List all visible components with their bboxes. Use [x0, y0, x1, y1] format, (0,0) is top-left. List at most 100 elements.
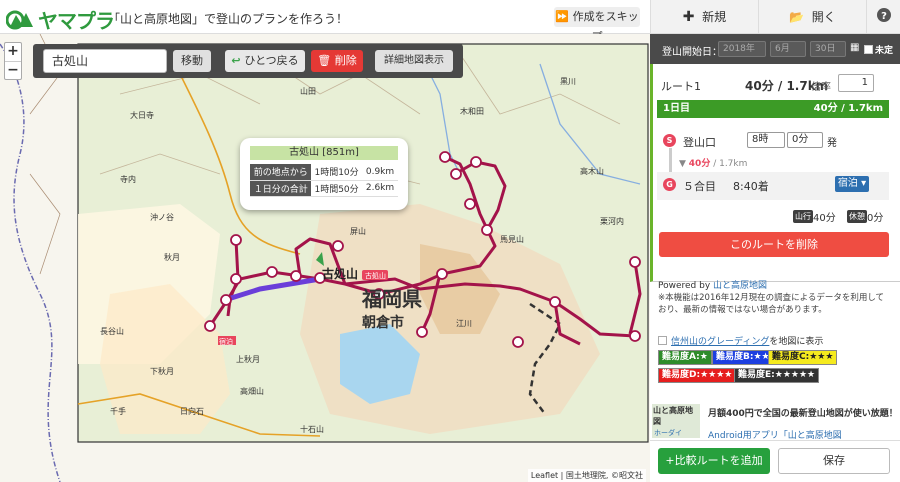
svg-text:栗河内: 栗河内	[600, 216, 624, 226]
panel-footer: +比較ルートを追加 保存	[650, 440, 900, 482]
start-name: 登山口	[683, 136, 716, 149]
help-button[interactable]: ?	[866, 0, 900, 34]
month-select[interactable]: 6月	[770, 41, 806, 57]
move-button[interactable]: 移動	[173, 50, 211, 72]
undo-arrow-icon: ↩	[231, 54, 245, 67]
svg-text:十石山: 十石山	[300, 424, 324, 434]
map-city-label: 朝倉市	[362, 314, 404, 331]
day-header[interactable]: 1日目 40分 / 1.7km	[657, 100, 889, 118]
delete-label: 削除	[334, 54, 357, 67]
delete-button[interactable]: 🗑 削除	[311, 50, 363, 72]
svg-text:江川: 江川	[456, 319, 472, 328]
skip-button[interactable]: ⏩ 作成をスキップ	[554, 7, 640, 43]
zoom-in-button[interactable]: +	[5, 43, 21, 61]
svg-text:大日寺: 大日寺	[130, 110, 154, 120]
zoom-out-button[interactable]: −	[5, 61, 21, 79]
question-icon: ?	[876, 8, 891, 22]
grading-link[interactable]: 信州山のグレーディング	[671, 337, 769, 347]
svg-text:寺内: 寺内	[120, 174, 136, 184]
date-label: 登山開始日：	[662, 47, 722, 58]
grading-checkbox[interactable]	[658, 336, 667, 345]
popup-dist: 0.9km	[362, 164, 398, 181]
svg-text:馬見山: 馬見山	[500, 234, 524, 244]
route-name: ルート1	[661, 80, 701, 93]
map-peak-tag: 古処山	[365, 271, 386, 280]
add-compare-route-button[interactable]: +比較ルートを追加	[658, 448, 770, 474]
detail-map-button[interactable]: 詳細地図表示	[375, 50, 453, 72]
start-hour-select[interactable]: 8時	[747, 132, 785, 148]
powered-prefix: Powered by	[658, 281, 714, 291]
day-select[interactable]: 30日	[810, 41, 846, 57]
open-button[interactable]: 📂 開く	[758, 0, 866, 34]
zoom-control: + −	[4, 42, 22, 80]
popup-table: 前の地点から 1時間10分 0.9km １日分の合計 1時間50分 2.6km	[250, 164, 398, 197]
grade-badge-d: 難易度D:★★★★	[658, 368, 737, 383]
topographic-map[interactable]: 秋月高畑山長谷山 江川日向石十石山 黒川大日寺野鳥 上秋月下秋月千手 屏山馬見山…	[0, 34, 650, 482]
svg-text:長谷山: 長谷山	[100, 326, 124, 336]
fast-forward-icon: ⏩	[555, 10, 573, 23]
date-row: 登山開始日： 2018年 6月 30日 ▦ 未定	[650, 34, 900, 64]
map-stay-tag: 宿泊	[219, 337, 233, 346]
svg-text:山田: 山田	[300, 86, 316, 96]
checkbox-checked-icon	[864, 45, 873, 54]
segment-info: ▼ 40分 / 1.7km	[679, 159, 748, 169]
mountain-time-value: 40分	[813, 213, 836, 224]
year-select[interactable]: 2018年	[718, 41, 766, 57]
logo-text: ヤマプラ	[38, 9, 115, 33]
map-view[interactable]: 秋月高畑山長谷山 江川日向石十石山 黒川大日寺野鳥 上秋月下秋月千手 屏山馬見山…	[0, 34, 650, 482]
grade-badge-a: 難易度A:★	[658, 350, 712, 365]
svg-text:沖ノ谷: 沖ノ谷	[150, 212, 174, 222]
calendar-icon[interactable]: ▦	[850, 42, 859, 53]
grade-badge-b: 難易度B:★★	[712, 350, 774, 365]
goal-name: ５合目	[683, 180, 716, 193]
svg-text:高畑山: 高畑山	[240, 386, 264, 396]
rate-input[interactable]: 1	[838, 74, 874, 92]
trash-icon: 🗑	[317, 54, 335, 67]
svg-text:木和田: 木和田	[460, 106, 484, 116]
svg-text:黒川: 黒川	[560, 77, 576, 86]
tagline: 「山と高原地図」で登山のプランを作ろう！	[108, 12, 349, 26]
save-button[interactable]: 保存	[778, 448, 890, 474]
ad-image[interactable]: 山と高原地図 ホーダイ	[652, 404, 700, 438]
stay-label: 宿泊	[837, 178, 858, 189]
stay-dropdown[interactable]: 宿泊 ▾	[835, 176, 869, 192]
ad-sub: ホーダイ	[654, 429, 682, 437]
ad-title[interactable]: 月額400円で全国の最新登山地図が使い放題！	[708, 406, 898, 419]
depart-label: 発	[827, 138, 837, 149]
plus-icon: ✚	[682, 9, 695, 25]
undo-button[interactable]: ↩ ひとつ戻る	[225, 50, 305, 72]
svg-text:秋月: 秋月	[164, 252, 180, 262]
new-button[interactable]: ✚ 新規	[650, 0, 758, 34]
route-box: ルート1 40分 / 1.7km 倍率 1 1日目 40分 / 1.7km S 登…	[650, 64, 900, 282]
grade-badge-e: 難易度E:★★★★★	[734, 368, 820, 383]
popup-title: 古処山 [851m]	[250, 146, 398, 160]
segment-time: 40分	[688, 159, 711, 169]
route-panel: 登山開始日： 2018年 6月 30日 ▦ 未定 ルート1 40分 / 1.7k…	[650, 34, 900, 482]
powered-link[interactable]: 山と高原地図	[713, 281, 767, 291]
data-notice: ※本機能は2016年12月現在の調査によるデータを利用しており、最新の情報ではな…	[658, 293, 885, 315]
powered-by: Powered by 山と高原地図	[658, 278, 767, 291]
start-minute-select[interactable]: 0分	[787, 132, 823, 148]
rest-time-value: 0分	[867, 213, 884, 224]
popup-time: 1時間10分	[311, 164, 363, 181]
new-label: 新規	[702, 10, 727, 24]
day-summary: 40分 / 1.7km	[813, 103, 883, 114]
svg-text:上秋月: 上秋月	[236, 354, 260, 364]
arrive-time: 8:40着	[733, 180, 769, 193]
svg-text:千手: 千手	[110, 406, 126, 416]
svg-text:高木山: 高木山	[580, 166, 604, 176]
popup-time: 1時間50分	[311, 180, 363, 197]
rate-label: 倍率	[811, 82, 831, 93]
popup-key: 前の地点から	[250, 164, 312, 181]
yamapla-logo-icon	[6, 10, 33, 29]
segment-dist: / 1.7km	[713, 159, 748, 169]
ad-logo: 山と高原地図	[653, 406, 693, 426]
search-input[interactable]: 古処山	[43, 49, 167, 73]
undetermined-checkbox[interactable]: 未定	[864, 43, 893, 56]
app-logo[interactable]: ヤマプラ	[6, 5, 115, 34]
rest-time-tag: 休憩	[847, 210, 867, 223]
map-attribution[interactable]: Leaflet | 国土地理院, ©昭文社	[527, 469, 646, 482]
grade-badge-c: 難易度C:★★★	[768, 350, 838, 365]
delete-route-button[interactable]: このルートを削除	[659, 232, 889, 257]
popup-key: １日分の合計	[250, 180, 312, 197]
